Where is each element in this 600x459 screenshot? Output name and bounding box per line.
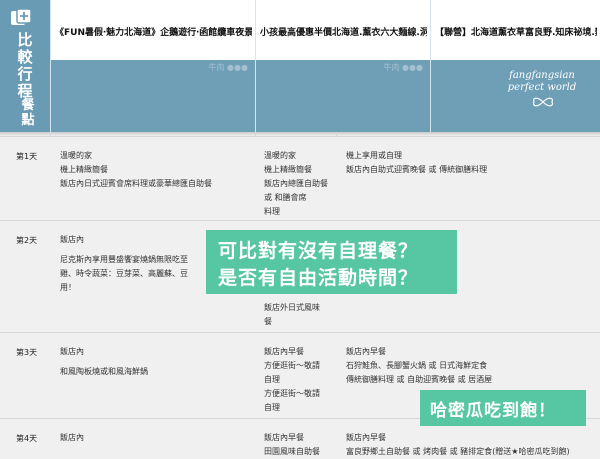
product-title-3[interactable]: 【聯營】北海道薰衣草富良野.知床祕境.麵雅森物語.水之教堂.TOMAMU五日: [435, 26, 597, 40]
meal-cell: 溫暖的家 機上精緻簡餐 飯店內總匯自助餐 或 和膳會席 料理: [264, 151, 328, 216]
meal-cell: 飯店外日式風味 餐: [264, 303, 320, 326]
meal-cell: 飯店內早餐 富良野鄉土自助餐 或 烤肉餐 或 豬排定食(贈送★哈密瓜吃到飽): [346, 433, 570, 456]
product-column-1[interactable]: 《FUN暑假‧魅力北海道》企鵝遊行‧函館纜車夜景‧夢幻星型五稜廓‧富良野薰衣草‧…: [50, 0, 256, 132]
product-card-3[interactable]: 【聯營】北海道薰衣草富良野.知床祕境.麵雅森物語.水之教堂.TOMAMU五日: [431, 0, 600, 60]
day-label: 第3天: [16, 348, 38, 357]
annotation-callout: 可比對有沒有自理餐？ 是否有自由活動時間？: [206, 230, 457, 294]
product-title-1[interactable]: 《FUN暑假‧魅力北海道》企鵝遊行‧函館纜車夜景‧夢幻星型五稜廓‧富良野薰衣草‧…: [55, 26, 252, 40]
product-title-2[interactable]: 小孩最高優惠半價北海道.薰衣六大麵線.洞爺花火.富良野花田.小樽運河.熊牧場饌食…: [260, 26, 427, 40]
meal-cell: 飯店內早餐 田園風味自助餐: [264, 433, 320, 456]
product-tag-2: 牛肉 ●●●: [383, 63, 423, 72]
day-label: 第4天: [16, 434, 38, 443]
compare-label: 比較行程: [17, 31, 33, 100]
melon-callout-text: 哈密瓜吃到飽！: [430, 401, 556, 421]
melon-callout: 哈密瓜吃到飽！: [420, 390, 586, 426]
watermark-line-1: fangfangsian: [509, 70, 575, 81]
meal-cell: 飯店內 和風陶板燒或和風海鮮鍋: [60, 347, 148, 376]
compare-header: 比較行程 餐點 《FUN暑假‧魅力北海道》企鵝遊行‧函館纜車夜景‧夢幻星型五稜廓…: [0, 0, 600, 132]
product-tag-1: 牛肉 ●●●: [208, 63, 248, 72]
product-card-2[interactable]: 小孩最高優惠半價北海道.薰衣六大麵線.洞爺花火.富良野花田.小樽運河.熊牧場饌食…: [256, 0, 431, 60]
meal-label: 餐點: [21, 98, 35, 128]
meal-cell: 飯店內早餐 方便逛街～敬請 自理 方便逛街～敬請 自理: [264, 347, 320, 412]
day-label: 第1天: [16, 152, 38, 161]
callout-line-1: 可比對有沒有自理餐？: [218, 240, 419, 262]
product-card-1[interactable]: 《FUN暑假‧魅力北海道》企鵝遊行‧函館纜車夜景‧夢幻星型五稜廓‧富良野薰衣草‧…: [51, 0, 256, 60]
compare-sidebar: 比較行程 餐點: [0, 0, 51, 132]
table-row: 第1天 溫暖的家 機上精緻簡餐 飯店內日式迎賓會席料理或豪華總匯自助餐 溫暖的家…: [0, 136, 600, 221]
compare-icon: [11, 8, 32, 25]
watermark-line-2: perfect world: [507, 82, 577, 93]
meal-cell: 飯店內早餐 石狩鮭魚、長腳蟹火鍋 或 日式海鮮定食 傳統御膳料理 或 自助迎賓晚…: [346, 347, 493, 384]
meal-cell: 溫暖的家 機上精緻簡餐 飯店內日式迎賓會席料理或豪華總匯自助餐: [60, 151, 212, 188]
product-column-2[interactable]: 小孩最高優惠半價北海道.薰衣六大麵線.洞爺花火.富良野花田.小樽運河.熊牧場饌食…: [255, 0, 431, 132]
product-column-3[interactable]: 【聯營】北海道薰衣草富良野.知床祕境.麵雅森物語.水之教堂.TOMAMU五日 f…: [430, 0, 600, 132]
watermark: fangfangsian perfect world: [483, 70, 600, 94]
meal-cell: 飯店內: [60, 433, 84, 442]
meal-cell: 機上享用或自理 飯店內自助式迎賓晚餐 或 傳統御膳料理: [346, 151, 488, 174]
bow-icon: [532, 97, 554, 107]
callout-line-2: 是否有自由活動時間？: [218, 267, 419, 289]
day-label: 第2天: [16, 236, 38, 245]
meal-cell: 飯店內 尼克斯內享用豐盛饗宴燒鍋無限吃至 雞、時令蔬菜：豆芽菜、高麗蘇、豆 用！: [60, 235, 188, 292]
